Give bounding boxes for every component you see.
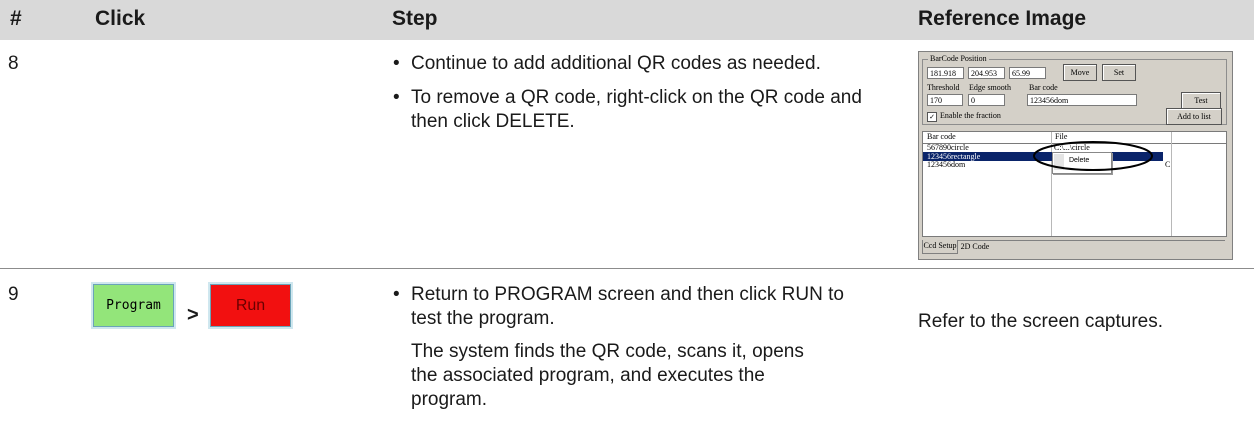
row-9-step-1: Return to PROGRAM screen and then click … — [393, 283, 863, 331]
reference-screenshot: BarCode Position 181.918 204.953 65.99 M… — [918, 51, 1233, 260]
header-click: Click — [95, 7, 146, 30]
row-separator — [0, 268, 1254, 269]
tab-2d-code[interactable]: 2D Code — [959, 241, 991, 253]
row-9-number: 9 — [8, 284, 19, 305]
row-9-paragraph: The system finds the QR code, scans it, … — [411, 341, 804, 410]
row-9-steps: Return to PROGRAM screen and then click … — [393, 283, 863, 331]
row-8-steps: Continue to add additional QR codes as n… — [393, 52, 863, 134]
header-step: Step — [392, 7, 438, 30]
header-number: # — [10, 7, 22, 30]
program-button[interactable]: Program — [93, 284, 174, 327]
sequence-arrow: > — [187, 304, 199, 326]
row-9-reference: Refer to the screen captures. — [918, 311, 1164, 332]
row-8-step-2: To remove a QR code, right-click on the … — [393, 86, 863, 134]
row-8-step-1: Continue to add additional QR codes as n… — [393, 52, 863, 76]
row-8-number: 8 — [8, 53, 19, 74]
highlight-ellipse — [1033, 141, 1153, 171]
run-button[interactable]: Run — [210, 284, 291, 327]
tab-ccd-setup[interactable]: Ccd Setup — [922, 240, 958, 254]
table-header: # Click Step Reference Image — [0, 0, 1254, 40]
header-reference-image: Reference Image — [918, 7, 1087, 30]
